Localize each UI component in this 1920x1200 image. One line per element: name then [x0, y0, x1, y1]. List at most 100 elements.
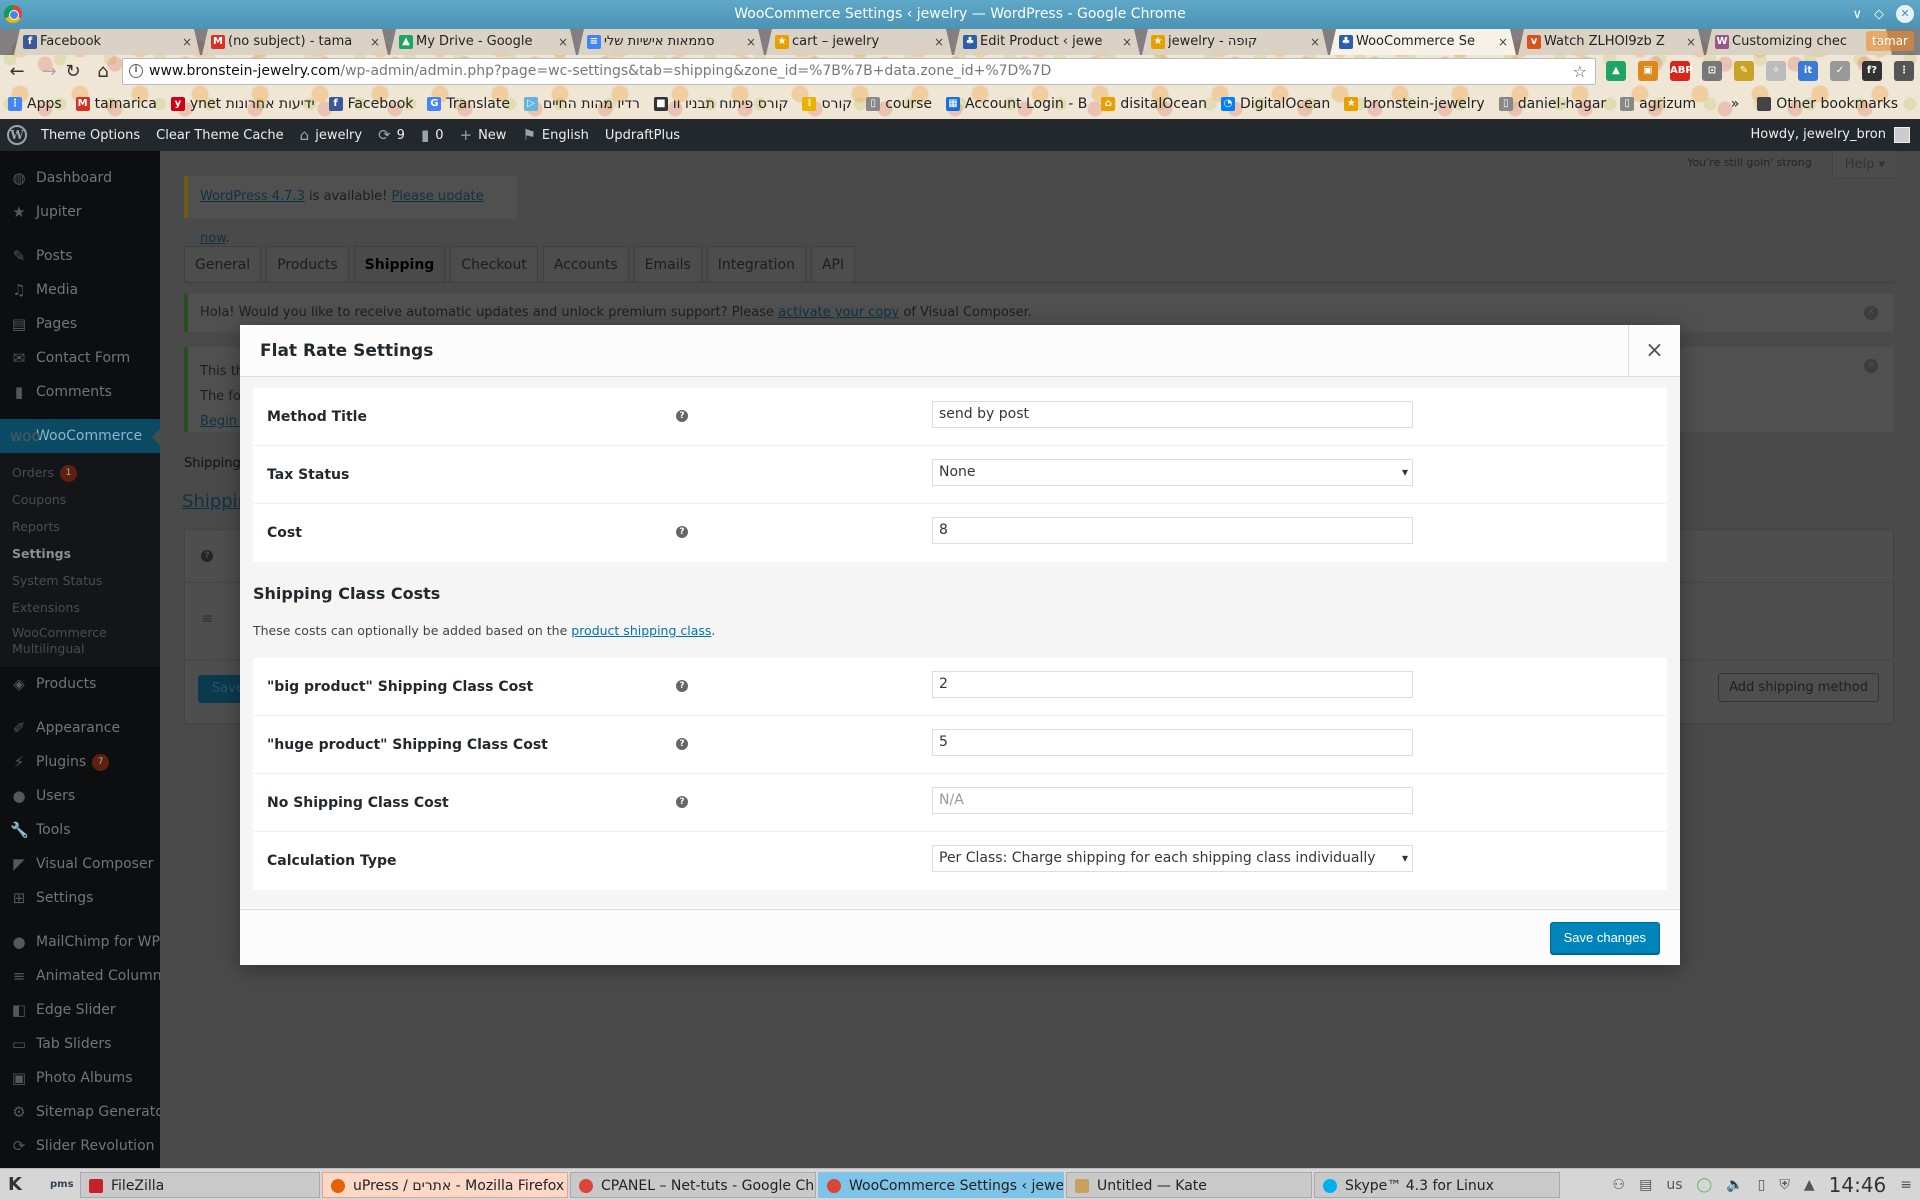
settings-tab[interactable]: Products: [266, 246, 349, 282]
wordpress-version-link[interactable]: WordPress 4.7.3: [200, 189, 305, 204]
settings-tab[interactable]: Emails: [633, 246, 702, 282]
settings-tab[interactable]: General: [184, 246, 262, 282]
settings-tab[interactable]: Accounts: [542, 246, 629, 282]
taskbar-task[interactable]: WooCommerce Settings ‹ jewelry -: [818, 1171, 1064, 1198]
sidebar-item[interactable]: 🔧 Tools: [0, 813, 160, 847]
address-bar[interactable]: i www.bronstein-jewelry.com/wp-admin/adm…: [122, 58, 1596, 85]
help-tip-icon[interactable]: ?: [676, 680, 688, 692]
admin-bar-item[interactable]: ▮ 0: [421, 126, 444, 144]
taskbar-task[interactable]: CPANEL – Net-tuts - Google Chro: [570, 1171, 816, 1198]
color-picker-icon[interactable]: ✎: [1734, 61, 1754, 81]
google-drive-ext-icon[interactable]: ▲: [1606, 61, 1626, 81]
sidebar-item[interactable]: ▭ Tab Sliders: [0, 1027, 160, 1061]
sidebar-item[interactable]: ⊞ Settings: [0, 881, 160, 915]
sidebar-item[interactable]: ◈ Products: [0, 667, 160, 701]
user-icon[interactable]: ⚇: [1613, 1177, 1626, 1193]
other-bookmarks-folder[interactable]: Other bookmarks: [1757, 96, 1898, 112]
bookmark-item[interactable]: G Translate: [427, 96, 510, 112]
close-tab-icon[interactable]: ×: [1122, 29, 1132, 55]
sidebar-item[interactable]: ● MailChimp for WP: [0, 925, 160, 959]
settings-tab[interactable]: Shipping: [353, 246, 446, 282]
keyboard-layout[interactable]: us: [1666, 1177, 1682, 1193]
submenu-item[interactable]: Coupons: [0, 486, 160, 513]
bookmark-item[interactable]: ■ קורס פיתוח תבניו וו: [653, 96, 788, 112]
submenu-item[interactable]: Extensions: [0, 594, 160, 621]
help-tip-icon[interactable]: ?: [676, 526, 688, 538]
application-launcher-icon[interactable]: K: [8, 1174, 32, 1195]
submenu-item[interactable]: Settings: [0, 540, 160, 567]
browser-tab[interactable]: f Facebook ×: [14, 29, 200, 55]
browser-tab[interactable]: WCustomizing chec×: [1706, 29, 1892, 55]
close-tab-icon[interactable]: ×: [558, 29, 568, 55]
close-tab-icon[interactable]: ×: [370, 29, 380, 55]
drag-handle-icon[interactable]: ≡: [201, 611, 213, 627]
close-tab-icon[interactable]: ×: [934, 29, 944, 55]
begin-installing-link[interactable]: Begin i: [200, 414, 245, 429]
admin-bar-item[interactable]: Theme Options: [41, 128, 140, 143]
volume-icon[interactable]: 🔈: [1726, 1177, 1743, 1193]
add-shipping-method-button[interactable]: Add shipping method: [1718, 673, 1879, 702]
bookmark-item[interactable]: ▯ course: [866, 96, 932, 112]
admin-bar-item[interactable]: ⌂ jewelry: [300, 126, 362, 144]
settings-tab[interactable]: Checkout: [450, 246, 538, 282]
my-account-menu[interactable]: Howdy, jewelry_bron: [1751, 119, 1910, 151]
browser-tab[interactable]: ★ cart – jewelry ×: [766, 29, 952, 55]
dismiss-icon[interactable]: ✕: [1864, 359, 1878, 373]
submenu-item[interactable]: Reports: [0, 513, 160, 540]
sidebar-item[interactable]: ⚙ Sitemap Generator: [0, 1095, 160, 1129]
browser-tab[interactable]: ▲ My Drive - Google ×: [390, 29, 576, 55]
back-button[interactable]: ←: [6, 61, 28, 83]
bookmark-item[interactable]: ◔ DigitalOcean: [1221, 96, 1330, 112]
sidebar-item[interactable]: ✎ Posts: [0, 239, 160, 273]
bookmark-item[interactable]: ▯ agrizum: [1620, 96, 1696, 112]
panel-menu-icon[interactable]: ≡: [1900, 1177, 1912, 1193]
close-tab-icon[interactable]: ×: [1310, 29, 1320, 55]
sidebar-item[interactable]: ≡ Animated Columns: [0, 959, 160, 993]
sidebar-item[interactable]: ▣ Photo Albums: [0, 1061, 160, 1095]
sidebar-item[interactable]: ✉ Contact Form: [0, 341, 160, 375]
minimize-button[interactable]: ∨: [1852, 0, 1862, 29]
bookmark-item[interactable]: ▦ Account Login - B: [946, 96, 1087, 112]
browser-tab[interactable]: M (no subject) - tama ×: [202, 29, 388, 55]
browser-tab[interactable]: ★ jewelry - קופה ×: [1142, 29, 1328, 55]
more-bookmarks-button[interactable]: »: [1731, 96, 1740, 112]
bookmark-item[interactable]: f Facebook: [328, 96, 413, 112]
font-finder-icon[interactable]: f?: [1862, 61, 1882, 81]
select-field[interactable]: Per Class: Charge shipping for each ship…: [932, 845, 1413, 872]
select-field[interactable]: None: [932, 459, 1413, 486]
cast-icon[interactable]: ⊡: [1702, 61, 1722, 81]
pms-icon[interactable]: pms: [50, 1179, 74, 1190]
close-tab-icon[interactable]: ×: [1686, 29, 1696, 55]
browser-tab[interactable]: v Watch ZLHOl9zb Z ×: [1518, 29, 1704, 55]
wordpress-logo-icon[interactable]: W: [7, 125, 27, 145]
taskbar-task[interactable]: Untitled — Kate: [1066, 1171, 1312, 1198]
close-tab-icon[interactable]: ×: [1498, 29, 1508, 55]
sidebar-item[interactable]: ● Users: [0, 779, 160, 813]
home-button[interactable]: ⌂: [92, 61, 114, 83]
bookmark-item[interactable]: ▯ daniel-hagar: [1498, 96, 1606, 112]
help-tip-icon[interactable]: ?: [676, 410, 688, 422]
sidebar-item[interactable]: ▤ Pages: [0, 307, 160, 341]
browser-tab[interactable]: ♣ WooCommerce Se ×: [1330, 29, 1516, 55]
text-input[interactable]: send by post: [932, 401, 1413, 428]
admin-bar-item[interactable]: Clear Theme Cache: [156, 128, 284, 143]
product-shipping-class-link[interactable]: product shipping class: [571, 623, 711, 638]
taskbar-task[interactable]: Skype™ 4.3 for Linux: [1314, 1171, 1560, 1198]
browser-tab[interactable]: ♣ Edit Product ‹ jewe ×: [954, 29, 1140, 55]
profile-button[interactable]: tamar: [1865, 31, 1914, 51]
taskbar-task[interactable]: FileZilla: [80, 1171, 320, 1198]
bookmark-item[interactable]: ⁞ קורס: [802, 96, 852, 112]
security-icon[interactable]: ⛨: [1779, 1177, 1790, 1193]
sidebar-item[interactable]: ✐ Appearance: [0, 711, 160, 745]
bookmark-item[interactable]: Mtamarica: [75, 96, 157, 112]
activate-copy-link[interactable]: activate your copy: [778, 305, 899, 320]
forward-button[interactable]: →: [38, 61, 60, 83]
taskbar-task[interactable]: uPress / אתרים - Mozilla Firefox: [322, 1171, 568, 1198]
submenu-item[interactable]: WooCommerce Multilingual: [0, 621, 120, 661]
ext-orange-icon[interactable]: ▣: [1638, 61, 1658, 81]
sidebar-item[interactable]: ⚡ Plugins 7: [0, 745, 160, 779]
bookmark-star-icon[interactable]: ☆: [1573, 59, 1587, 84]
text-input[interactable]: 2: [932, 671, 1413, 698]
admin-bar-item[interactable]: ⟳ 9: [378, 126, 405, 144]
sidebar-item[interactable]: ▮ Comments: [0, 375, 160, 409]
